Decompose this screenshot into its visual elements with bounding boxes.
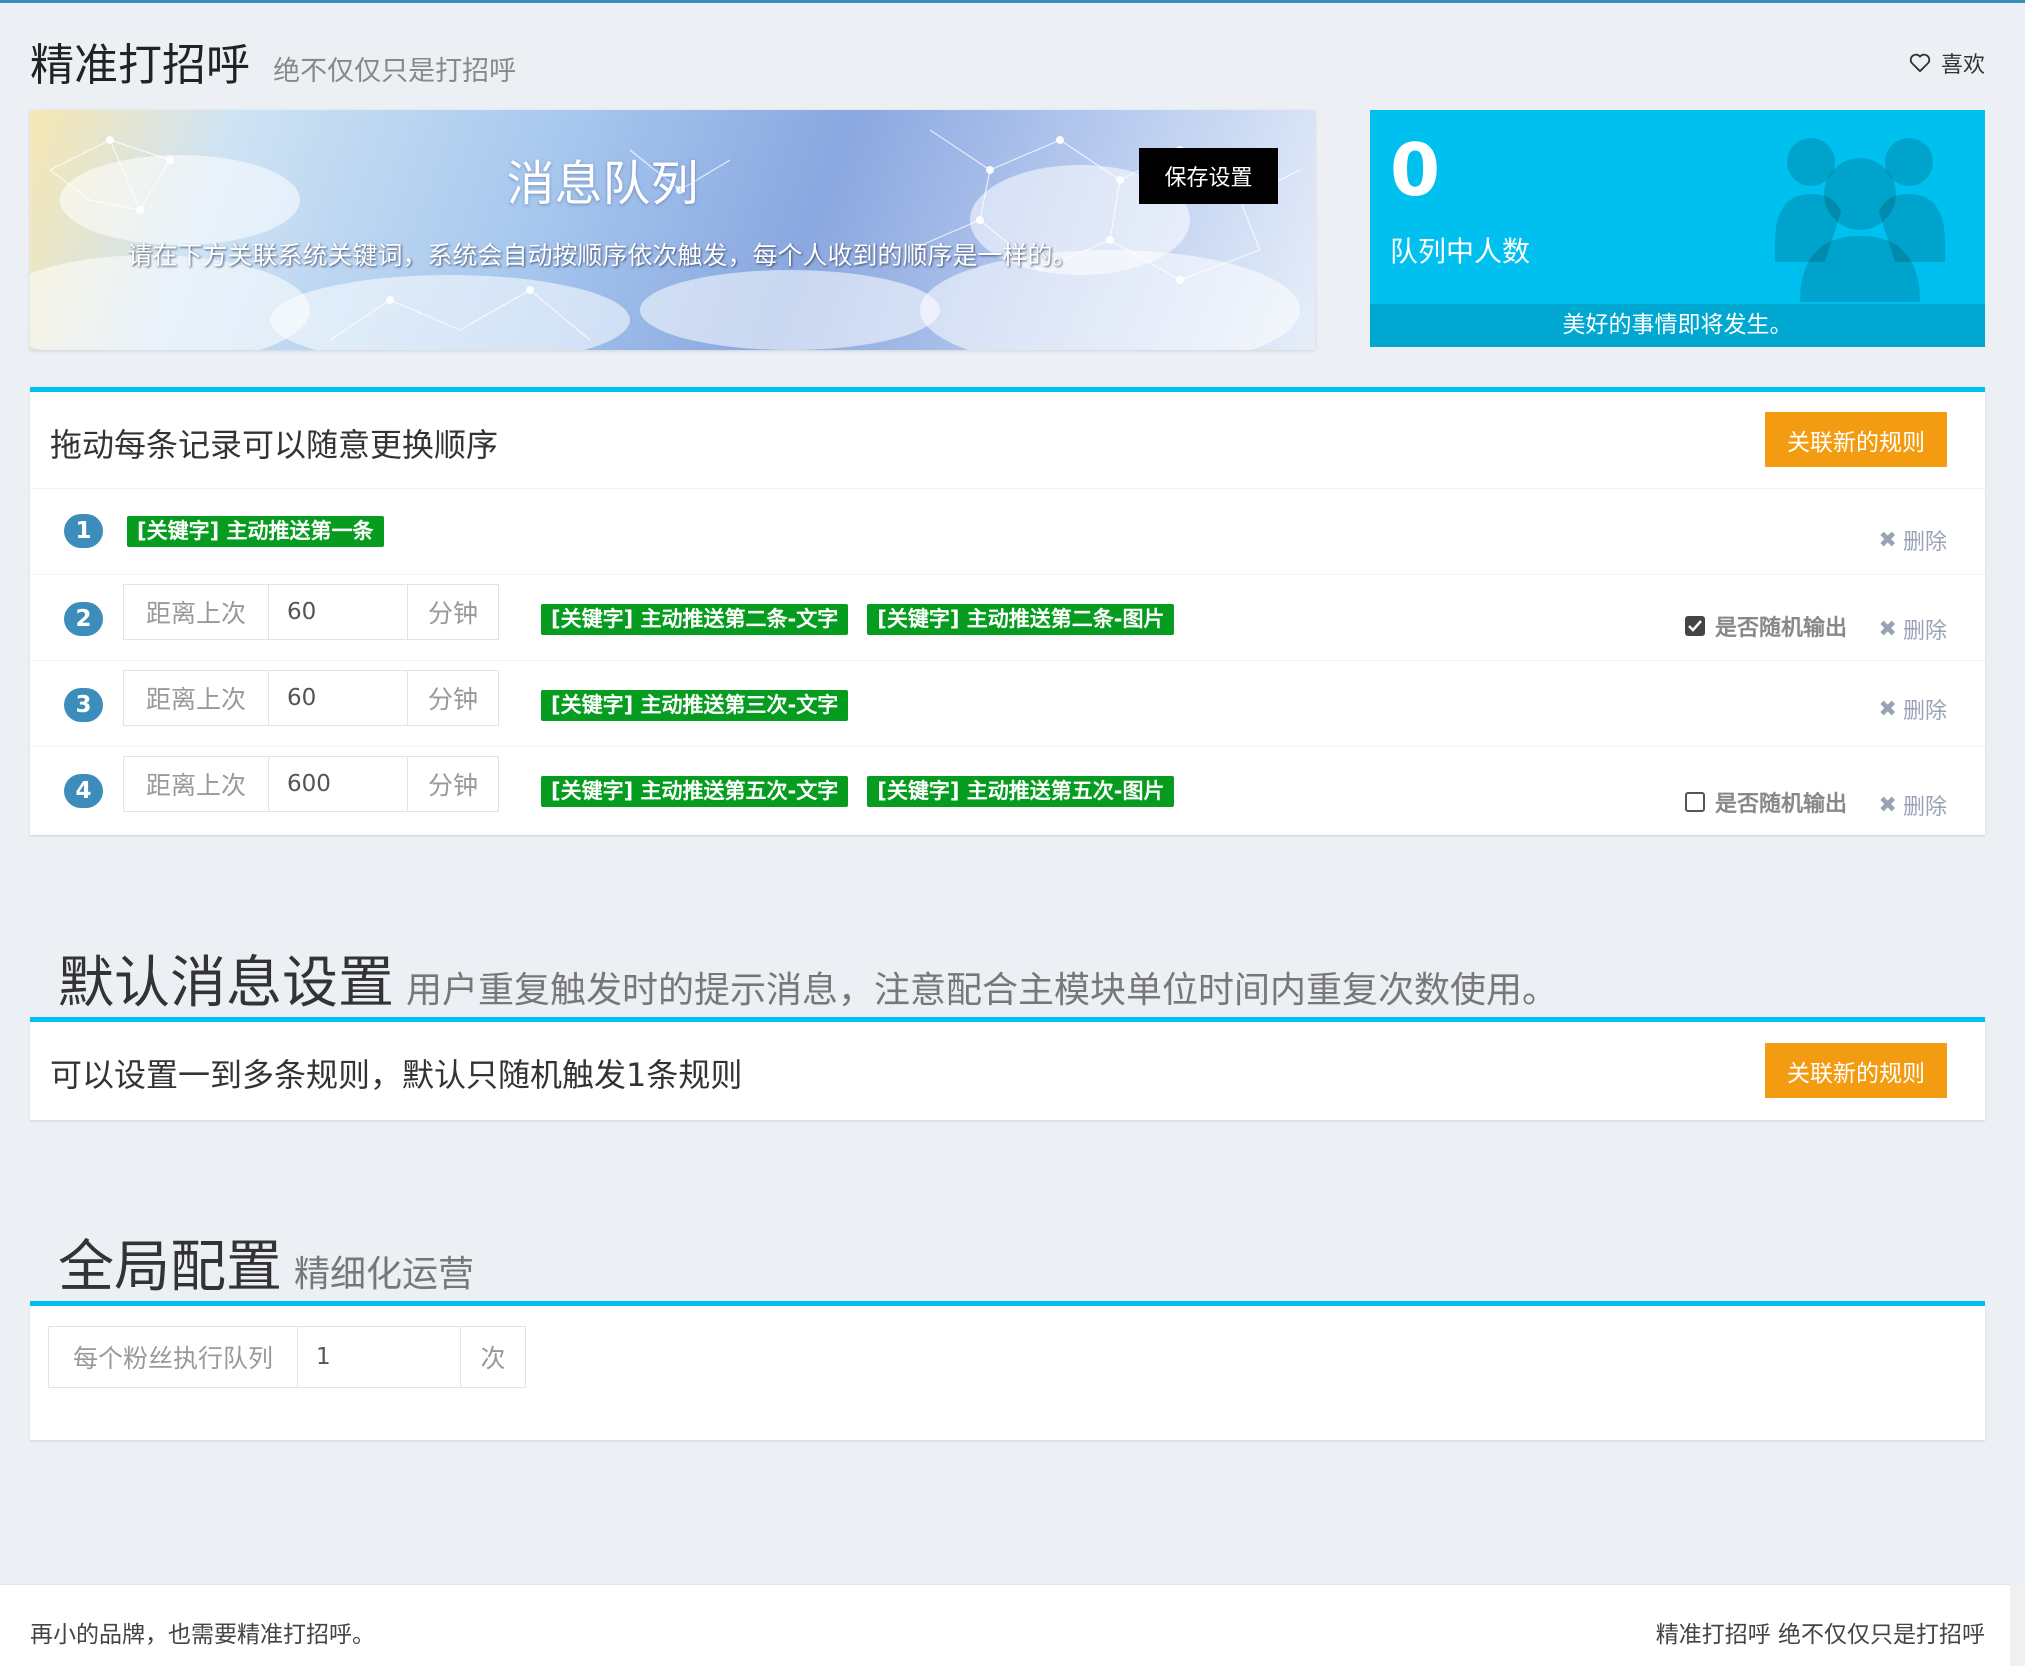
global-section-heading: 全局配置 精细化运营 [58, 1222, 474, 1303]
random-output-toggle[interactable]: 是否随机输出 [1684, 786, 1847, 818]
delete-rule-button[interactable]: ✖ 删除 [1879, 613, 1947, 645]
queue-rules-title: 拖动每条记录可以随意更换顺序 [50, 426, 499, 464]
random-output-checkbox[interactable] [1684, 792, 1705, 812]
fans-queue-input[interactable] [298, 1326, 460, 1388]
interval-suffix: 分钟 [407, 584, 499, 640]
interval-input-group: 距离上次 分钟 [123, 584, 499, 640]
random-output-label: 是否随机输出 [1714, 616, 1847, 641]
random-output-checkbox[interactable] [1684, 616, 1705, 636]
queue-rule-row[interactable]: 1 [关键字] 主动推送第一条 ✖ 删除 [30, 489, 1985, 575]
queue-count-label: 队列中人数 [1390, 235, 1531, 268]
page-subtitle: 绝不仅仅只是打招呼 [273, 56, 517, 87]
rule-number-badge: 1 [64, 514, 103, 548]
interval-input-group: 距离上次 分钟 [123, 756, 499, 812]
default-section-title: 默认消息设置 [58, 951, 394, 1016]
interval-minutes-input[interactable] [269, 756, 407, 812]
delete-rule-button[interactable]: ✖ 删除 [1879, 693, 1947, 725]
random-output-label: 是否随机输出 [1714, 792, 1847, 817]
interval-minutes-input[interactable] [269, 670, 407, 726]
interval-prefix: 距离上次 [123, 584, 269, 640]
page-scrollbar[interactable] [2010, 1584, 2025, 1666]
page-header: 精准打招呼 绝不仅仅只是打招呼 喜欢 [30, 29, 1985, 91]
close-icon: ✖ [1878, 527, 1897, 553]
fans-queue-label: 每个粉丝执行队列 [48, 1326, 298, 1388]
default-section-heading: 默认消息设置 用户重复触发时的提示消息，注意配合主模块单位时间内重复次数使用。 [58, 938, 1558, 1019]
interval-prefix: 距离上次 [123, 756, 269, 812]
queue-count: 0 [1390, 128, 1441, 212]
default-rules-header: 可以设置一到多条规则，默认只随机触发1条规则 关联新的规则 [30, 1022, 1985, 1120]
keyword-tag[interactable]: [关键字] 主动推送第二条-图片 [867, 604, 1175, 635]
keyword-tag[interactable]: [关键字] 主动推送第五次-图片 [867, 776, 1175, 807]
queue-count-footer: 美好的事情即将发生。 [1370, 304, 1985, 347]
delete-label: 删除 [1902, 699, 1947, 724]
banner-title: 消息队列 [506, 156, 699, 212]
interval-suffix: 分钟 [407, 670, 499, 726]
queue-rules-header: 拖动每条记录可以随意更换顺序 关联新的规则 [30, 392, 1985, 489]
delete-rule-button[interactable]: ✖ 删除 [1879, 789, 1947, 821]
check-icon [1688, 620, 1702, 632]
users-icon [1775, 138, 1945, 302]
page-title: 精准打招呼 [30, 40, 250, 91]
rule-tags: [关键字] 主动推送第一条 [127, 516, 384, 547]
fans-queue-input-group: 每个粉丝执行队列 次 [48, 1326, 526, 1388]
default-section-subtitle: 用户重复触发时的提示消息，注意配合主模块单位时间内重复次数使用。 [406, 970, 1559, 1011]
save-settings-button[interactable]: 保存设置 [1139, 148, 1278, 204]
keyword-tag[interactable]: [关键字] 主动推送第五次-文字 [541, 776, 849, 807]
footer-brand: 精准打招呼 绝不仅仅只是打招呼 [1655, 1622, 1985, 1648]
close-icon: ✖ [1878, 792, 1897, 818]
rule-number-badge: 4 [64, 774, 103, 808]
close-icon: ✖ [1878, 616, 1897, 642]
queue-banner: 消息队列 请在下方关联系统关键词，系统会自动按顺序依次触发，每个人收到的顺序是一… [30, 110, 1315, 350]
like-button[interactable]: 喜欢 [1909, 47, 1985, 79]
interval-suffix: 分钟 [407, 756, 499, 812]
queue-rule-row[interactable]: 3 距离上次 分钟 [关键字] 主动推送第三次-文字 ✖ 删除 [30, 661, 1985, 747]
rule-tags: [关键字] 主动推送第三次-文字 [541, 690, 849, 721]
page-footer: 再小的品牌，也需要精准打招呼。 精准打招呼 绝不仅仅只是打招呼 [0, 1584, 2010, 1666]
interval-input-group: 距离上次 分钟 [123, 670, 499, 726]
random-output-toggle[interactable]: 是否随机输出 [1684, 610, 1847, 642]
rule-tags: [关键字] 主动推送第五次-文字 [关键字] 主动推送第五次-图片 [541, 776, 1175, 807]
banner-description: 请在下方关联系统关键词，系统会自动按顺序依次触发，每个人收到的顺序是一样的。 [127, 241, 1078, 270]
close-icon: ✖ [1878, 696, 1897, 722]
global-config-box: 每个粉丝执行队列 次 [30, 1301, 1985, 1440]
global-section-subtitle: 精细化运营 [294, 1254, 475, 1295]
queue-count-box: 0 队列中人数 美好的事情即将发生。 [1370, 110, 1985, 347]
interval-prefix: 距离上次 [123, 670, 269, 726]
heart-icon [1909, 53, 1931, 73]
keyword-tag[interactable]: [关键字] 主动推送第二条-文字 [541, 604, 849, 635]
like-label: 喜欢 [1940, 53, 1985, 78]
global-section-title: 全局配置 [58, 1235, 282, 1300]
queue-rule-row[interactable]: 2 距离上次 分钟 [关键字] 主动推送第二条-文字 [关键字] 主动推送第二条… [30, 575, 1985, 661]
delete-label: 删除 [1902, 530, 1947, 555]
rule-tags: [关键字] 主动推送第二条-文字 [关键字] 主动推送第二条-图片 [541, 604, 1175, 635]
queue-rule-row[interactable]: 4 距离上次 分钟 [关键字] 主动推送第五次-文字 [关键字] 主动推送第五次… [30, 747, 1985, 835]
fans-queue-suffix: 次 [460, 1326, 526, 1388]
rule-number-badge: 3 [64, 688, 103, 722]
default-rules-box: 可以设置一到多条规则，默认只随机触发1条规则 关联新的规则 [30, 1017, 1985, 1120]
footer-slogan: 再小的品牌，也需要精准打招呼。 [30, 1622, 375, 1648]
default-rules-title: 可以设置一到多条规则，默认只随机触发1条规则 [50, 1056, 743, 1094]
keyword-tag[interactable]: [关键字] 主动推送第一条 [127, 516, 384, 547]
delete-rule-button[interactable]: ✖ 删除 [1879, 524, 1947, 556]
delete-label: 删除 [1902, 795, 1947, 820]
add-default-rule-button[interactable]: 关联新的规则 [1765, 1043, 1947, 1098]
add-rule-button[interactable]: 关联新的规则 [1765, 412, 1947, 467]
queue-rules-box: 拖动每条记录可以随意更换顺序 关联新的规则 1 [关键字] 主动推送第一条 ✖ … [30, 387, 1985, 835]
rule-number-badge: 2 [64, 602, 103, 636]
interval-minutes-input[interactable] [269, 584, 407, 640]
delete-label: 删除 [1902, 619, 1947, 644]
keyword-tag[interactable]: [关键字] 主动推送第三次-文字 [541, 690, 849, 721]
